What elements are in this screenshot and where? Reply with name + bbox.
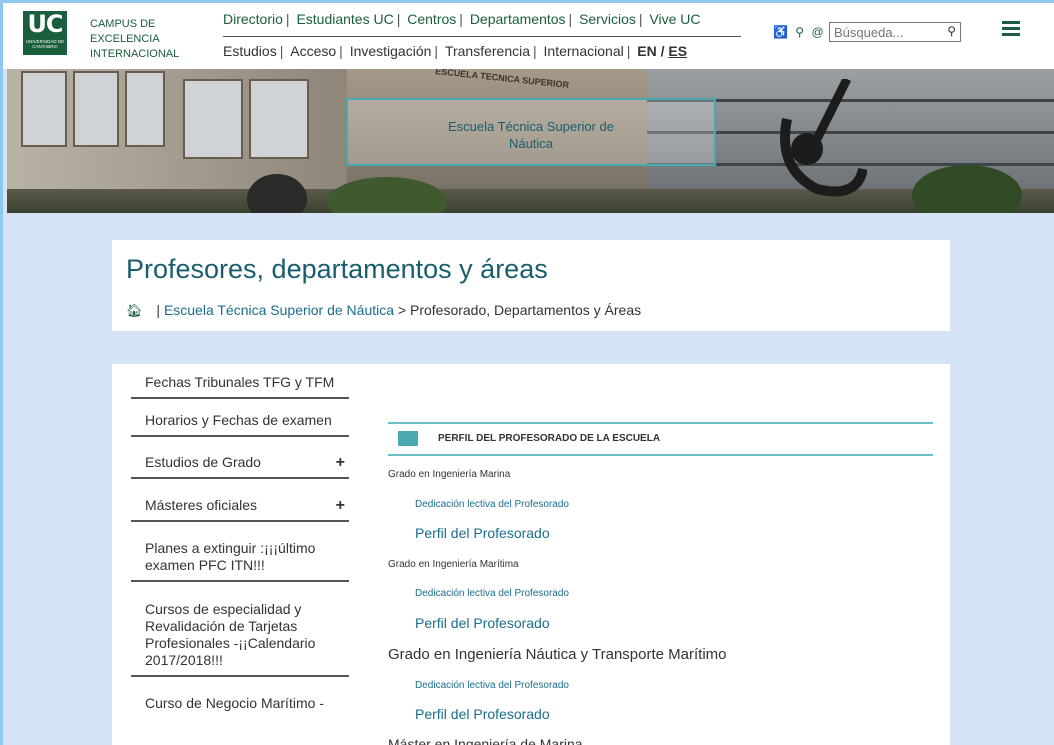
section-title: PERFIL DEL PROFESORADO DE LA ESCUELA [438, 433, 661, 444]
search-input[interactable] [830, 23, 940, 41]
nav-acceso[interactable]: Acceso [290, 43, 336, 59]
nav-separator: | [568, 11, 573, 27]
nav-separator: | [285, 11, 290, 27]
home-icon[interactable]: 🏠︎ [126, 303, 143, 318]
lang-es-link[interactable]: ES [668, 43, 687, 59]
breadcrumb-separator: | [156, 302, 161, 318]
logo-text: UC [27, 10, 63, 38]
nav-internacional[interactable]: Internacional [544, 43, 624, 59]
sidebar-item-horarios[interactable]: Horarios y Fechas de examen [131, 399, 349, 437]
anchor-sculpture [780, 79, 867, 197]
expand-icon[interactable]: + [336, 454, 345, 471]
nav-separator: | [279, 43, 284, 59]
sidebar-item-planes-extinguir[interactable]: Planes a extinguir :¡¡¡último examen PFC… [131, 522, 349, 582]
dedication-link[interactable]: Dedicación lectiva del Profesorado [415, 588, 569, 599]
sidebar-item-negocio-maritimo[interactable]: Curso de Negocio Marítimo - [131, 677, 349, 718]
sidebar-item-estudios-grado[interactable]: Estudios de Grado + [131, 437, 349, 479]
degree-heading: Grado en Ingeniería Marina [388, 469, 511, 480]
sidebar-item-cursos-especialidad[interactable]: Cursos de especialidad y Revalidación de… [131, 582, 349, 677]
content-panel: Fechas Tribunales TFG y TFM Horarios y F… [112, 364, 950, 745]
sidebar-item-label: Horarios y Fechas de examen [145, 412, 332, 428]
page-title: Profesores, departamentos y áreas [126, 254, 548, 284]
nav-centros[interactable]: Centros [407, 11, 456, 27]
banner-ground [7, 189, 1054, 213]
banner-window [73, 71, 119, 147]
campus-line-2: EXCELENCIA [90, 33, 160, 45]
nav-departamentos[interactable]: Departamentos [470, 11, 566, 27]
sidebar-item-label: Curso de Negocio Marítimo - [145, 695, 324, 711]
nav-separator: | [434, 43, 439, 59]
banner-sign: ESCUELA TECNICA SUPERIOR [434, 69, 570, 90]
accessibility-icon[interactable]: ♿ [773, 25, 790, 39]
expand-icon[interactable]: + [336, 497, 345, 514]
search-box: ⚲ [829, 22, 961, 42]
nav-estudiantes[interactable]: Estudiantes UC [296, 11, 393, 27]
school-title-line-1: Escuela Técnica Superior de [448, 119, 614, 134]
degree-heading: Máster en Ingeniería de Marina [388, 736, 583, 745]
top-nav: Directorio | Estudiantes UC | Centros | Dep… [223, 11, 741, 37]
nav-directorio[interactable]: Directorio [223, 11, 283, 27]
title-panel: Profesores, departamentos y áreas 🏠︎ | E… [112, 240, 950, 331]
profile-link[interactable]: Perfil del Profesorado [415, 615, 550, 631]
section-header: PERFIL DEL PROFESORADO DE LA ESCUELA [388, 422, 933, 456]
dedication-link[interactable]: Dedicación lectiva del Profesorado [415, 680, 569, 691]
section-marker-icon [398, 431, 418, 446]
nav-vive-uc[interactable]: Vive UC [649, 11, 700, 27]
sidebar-item-masteres[interactable]: Másteres oficiales + [131, 479, 349, 522]
menu-icon[interactable] [1002, 21, 1020, 37]
sidebar-item-label: Fechas Tribunales TFG y TFM [145, 374, 335, 390]
nav-servicios[interactable]: Servicios [579, 11, 636, 27]
sidebar-item-label: Planes a extinguir :¡¡¡último examen PFC… [145, 540, 316, 573]
banner-window [125, 71, 165, 147]
sidebar-item-label: Cursos de especialidad y Revalidación de… [145, 601, 316, 668]
nav-separator: | [396, 11, 401, 27]
school-title-box[interactable]: Escuela Técnica Superior de Náutica [346, 98, 716, 166]
utility-icons: ♿ ⚲ @ [773, 25, 826, 39]
campus-line-1: CAMPUS DE [90, 18, 156, 30]
sidebar-item-label: Estudios de Grado [145, 454, 261, 470]
nav-separator: | [339, 43, 343, 59]
nav-transferencia[interactable]: Transferencia [445, 43, 530, 59]
nav-separator: | [459, 11, 463, 27]
school-title-line-2: Náutica [508, 136, 554, 151]
banner-window [249, 79, 309, 159]
campus-label[interactable]: CAMPUS DE EXCELENCIA INTERNACIONAL [90, 17, 210, 62]
breadcrumb: 🏠︎ | Escuela Técnica Superior de Náutica… [126, 302, 641, 319]
sidebar-item-fechas-tribunales[interactable]: Fechas Tribunales TFG y TFM [131, 364, 349, 399]
dedication-link[interactable]: Dedicación lectiva del Profesorado [415, 499, 569, 510]
bottom-nav: Estudios | Acceso | Investigación | Transfe… [223, 43, 743, 59]
nav-investigacion[interactable]: Investigación [350, 43, 432, 59]
campus-line-3: INTERNACIONAL [90, 48, 180, 60]
nav-separator: | [626, 43, 631, 59]
breadcrumb-school-link[interactable]: Escuela Técnica Superior de Náutica [164, 302, 394, 318]
nav-separator: | [638, 11, 643, 27]
nav-separator: | [533, 43, 537, 59]
logo-subtitle: UNIVERSIDAD DE CANTABRIA [25, 39, 65, 49]
site-header: UC UNIVERSIDAD DE CANTABRIA CAMPUS DE EX… [3, 3, 1054, 69]
banner-window [21, 71, 67, 147]
sidebar-menu: Fechas Tribunales TFG y TFM Horarios y F… [131, 364, 349, 718]
uc-logo[interactable]: UC UNIVERSIDAD DE CANTABRIA [23, 11, 67, 55]
nav-estudios[interactable]: Estudios [223, 43, 277, 59]
profile-link[interactable]: Perfil del Profesorado [415, 706, 550, 722]
hero-banner: ESCUELA TECNICA SUPERIOR Escuela Técnica… [7, 69, 1054, 213]
breadcrumb-current: > Profesorado, Departamentos y Áreas [397, 302, 642, 318]
profile-link[interactable]: Perfil del Profesorado [415, 525, 550, 541]
at-icon[interactable]: @ [811, 25, 825, 39]
degree-heading: Grado en Ingeniería Náutica y Transporte… [388, 646, 727, 663]
lang-separator: / [660, 43, 665, 59]
degree-heading: Grado en Ingeniería Marítima [388, 559, 519, 570]
sidebar-item-label: Másteres oficiales [145, 497, 258, 513]
search-icon[interactable]: ⚲ [947, 24, 956, 38]
lang-en-link[interactable]: EN [637, 43, 656, 59]
banner-window [183, 79, 243, 159]
location-icon[interactable]: ⚲ [795, 25, 806, 39]
